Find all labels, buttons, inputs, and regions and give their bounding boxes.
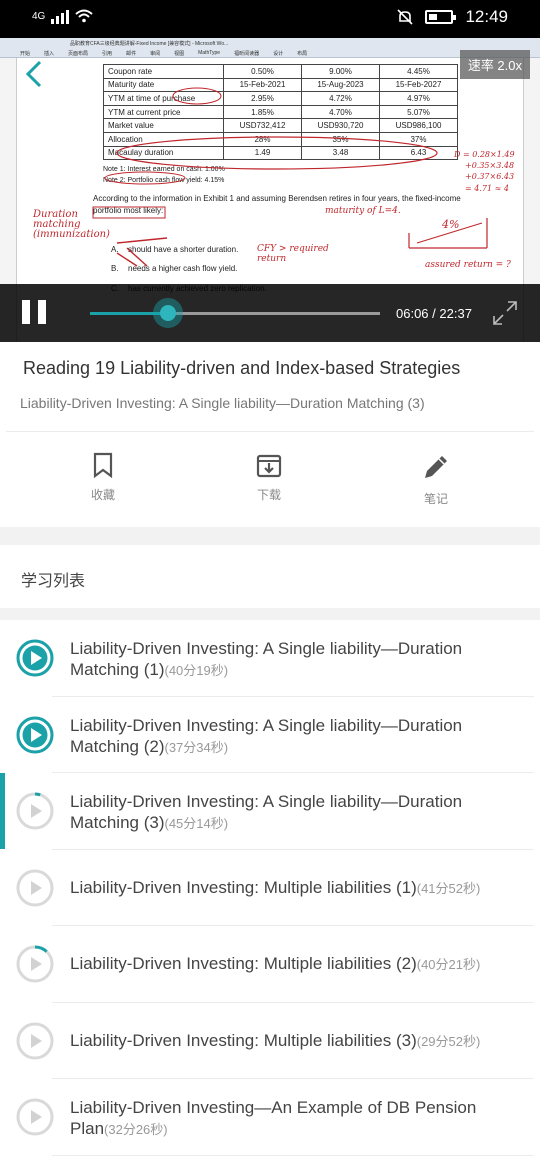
wifi-icon: [75, 9, 94, 23]
hw-maturity: maturity of L=4.: [325, 206, 401, 216]
playlist-item-text: Liability-Driven Investing—An Example of…: [70, 1097, 510, 1140]
playlist-item[interactable]: Liability-Driven Investing: A Single lia…: [0, 773, 540, 850]
play-progress-icon: [16, 1022, 54, 1059]
playlist-header: 学习列表: [0, 545, 540, 608]
current-time: 06:06: [396, 306, 429, 321]
playlist-item-duration: (40分19秒): [164, 663, 229, 678]
mute-bell-icon: [397, 9, 414, 25]
hw-cfy: CFY > required return: [257, 244, 329, 264]
playlist-item-title: Liability-Driven Investing: A Single lia…: [70, 792, 463, 832]
pause-button[interactable]: [22, 300, 48, 324]
playlist-item-text: Liability-Driven Investing: Multiple lia…: [70, 877, 510, 899]
favorite-label: 收藏: [90, 488, 115, 502]
notes-button[interactable]: 笔记: [406, 452, 466, 507]
download-button[interactable]: 下载: [239, 452, 299, 503]
playlist-item-text: Liability-Driven Investing: A Single lia…: [70, 715, 510, 758]
playlist-item-text: Liability-Driven Investing: A Single lia…: [70, 791, 510, 834]
hw-calc-3: +0.37×6.43: [465, 172, 515, 181]
playlist-item-duration: (41分52秒): [416, 880, 481, 896]
hw-duration-matching: Duration matching (immunization): [33, 209, 110, 240]
network-type: 4G: [32, 10, 46, 22]
playlist-item-duration: (45分14秒): [164, 816, 229, 831]
doc-menu-item: 布局: [297, 51, 308, 57]
playlist-item[interactable]: Liability-Driven Investing: Multiple lia…: [0, 926, 540, 1003]
battery-icon: [425, 10, 457, 24]
section-gap: [0, 608, 540, 620]
section-gap: [0, 527, 540, 545]
doc-menu-item: MathType: [198, 50, 221, 56]
play-completed-icon: [16, 716, 54, 753]
play-progress-icon: [16, 1098, 54, 1136]
playlist-item[interactable]: Liability-Driven Investing: Multiple lia…: [0, 1003, 540, 1079]
fullscreen-icon[interactable]: [492, 300, 518, 326]
playlist-item-text: Liability-Driven Investing: Multiple lia…: [70, 1030, 510, 1052]
clock: 12:49: [465, 7, 508, 26]
doc-menu-item: 页面布局: [68, 51, 89, 57]
lesson-info: Reading 19 Liability-driven and Index-ba…: [0, 342, 540, 527]
playlist-item-duration: (29分52秒): [416, 1033, 481, 1049]
doc-title: 品职教育CFA三级经典题讲解-Fixed Income [兼容模式] - Mic…: [70, 41, 229, 47]
playlist-item-text: Liability-Driven Investing: Multiple lia…: [70, 953, 510, 975]
doc-menu-item: 视图: [174, 51, 185, 57]
back-button[interactable]: [22, 58, 50, 90]
seek-handle[interactable]: [153, 298, 184, 328]
playlist-item[interactable]: Liability-Driven Investing: A Single lia…: [0, 620, 540, 697]
download-icon: [256, 454, 282, 478]
play-completed-icon: [16, 639, 54, 677]
hw-calc-2: +0.35×3.48: [465, 161, 515, 170]
divider: [52, 1154, 534, 1156]
playlist-item-title: Liability-Driven Investing: Multiple lia…: [70, 1030, 417, 1050]
pencil-icon: [425, 456, 447, 478]
playlist-item-duration: (37分34秒): [164, 739, 229, 755]
playlist-item-title: Liability-Driven Investing: A Single lia…: [70, 715, 463, 756]
hw-assured: assured return = ?: [425, 260, 511, 270]
doc-menu-item: 福昕阅读器: [234, 51, 260, 57]
playlist-title: 学习列表: [21, 573, 86, 590]
play-progress-icon: [16, 869, 54, 906]
playlist-item-title: Liability-Driven Investing: Multiple lia…: [70, 877, 417, 897]
time-display: 06:06 / 22:37: [396, 306, 472, 321]
doc-menu-item: 开始: [20, 51, 31, 57]
hw-pct: 4%: [442, 218, 460, 231]
playlist-item-duration: (40分21秒): [416, 957, 481, 972]
player-controls: 06:06 / 22:37: [0, 284, 540, 342]
hw-calc-4: = 4.71 ≈ 4: [465, 184, 509, 193]
hw-calc-1: D = 0.28×1.49: [454, 150, 515, 159]
video-player[interactable]: 品职教育CFA三级经典题讲解-Fixed Income [兼容模式] - Mic…: [0, 38, 540, 342]
seek-bar[interactable]: [90, 312, 380, 315]
download-label: 下载: [256, 488, 281, 502]
doc-menu-item: 设计: [273, 51, 284, 57]
play-progress-icon: [16, 792, 54, 830]
playlist-item-title: Liability-Driven Investing: A Single lia…: [70, 639, 463, 679]
playlist-item-duration: (32分26秒): [104, 1122, 168, 1137]
playlist-item-text: Liability-Driven Investing: A Single lia…: [70, 638, 510, 681]
playlist-item[interactable]: Liability-Driven Investing—An Example of…: [0, 1079, 540, 1156]
lesson-subtitle: Liability-Driven Investing: A Single lia…: [20, 395, 425, 411]
playlist-item[interactable]: Liability-Driven Investing: Multiple lia…: [0, 850, 540, 926]
playback-speed-button[interactable]: 速率 2.0x: [459, 50, 530, 79]
active-indicator: [0, 773, 5, 849]
playlist-item-title: Liability-Driven Investing: Multiple lia…: [70, 954, 417, 973]
doc-menu-item: 审阅: [150, 51, 161, 57]
notes-label: 笔记: [423, 492, 448, 506]
doc-menu: 开始 插入 页面布局 引用 邮件 审阅 视图 MathType 福昕阅读器 设计 布局: [20, 50, 307, 57]
playlist: Liability-Driven Investing: A Single lia…: [0, 620, 540, 1156]
status-bar: 4G 12:49: [0, 0, 540, 38]
signal-icon: [51, 8, 70, 24]
lesson-title: Reading 19 Liability-driven and Index-ba…: [23, 358, 461, 378]
chevron-left-icon: [25, 60, 42, 88]
doc-menu-item: 插入: [44, 51, 55, 57]
divider: [6, 431, 534, 432]
doc-menu-item: 邮件: [126, 51, 137, 57]
doc-menu-item: 引用: [102, 51, 113, 57]
favorite-button[interactable]: 收藏: [73, 452, 133, 503]
playlist-item[interactable]: Liability-Driven Investing: A Single lia…: [0, 697, 540, 773]
play-progress-icon: [16, 945, 54, 983]
bookmark-icon: [93, 452, 113, 478]
total-time: 22:37: [439, 306, 472, 321]
